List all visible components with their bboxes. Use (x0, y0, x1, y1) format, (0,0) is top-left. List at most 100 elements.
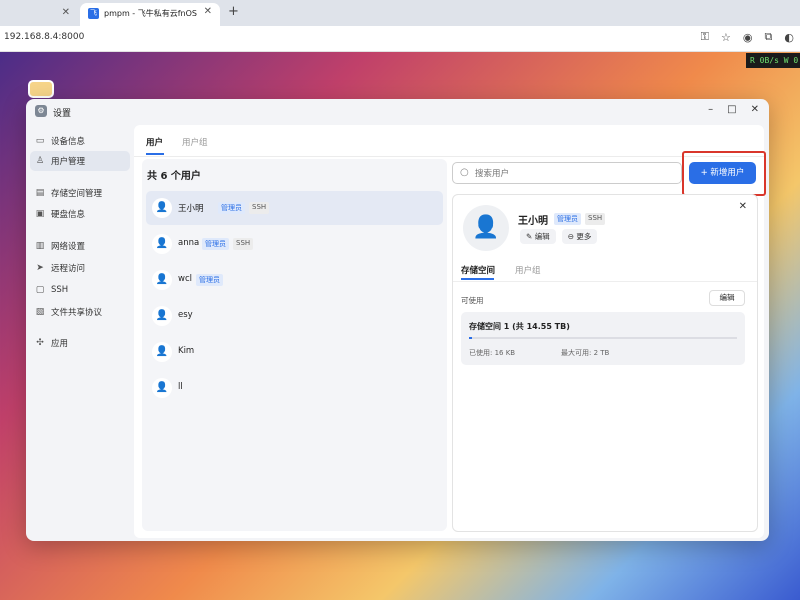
sidebar-item-label: 网络设置 (51, 242, 86, 252)
sidebar-item-network-settings[interactable]: ▥ 网络设置 (30, 236, 130, 256)
fnos-favicon-icon: 飞 (88, 8, 99, 19)
close-icon[interactable]: ✕ (751, 104, 759, 115)
window-controls: – □ ✕ (708, 104, 759, 115)
storage-usage-fill (469, 337, 472, 339)
user-name: ll (178, 382, 183, 392)
settings-sidebar: ▭ 设备信息 ♙ 用户管理 ▤ 存储空间管理 ▣ 硬盘信息 ▥ 网络设置 ➤ 远… (26, 125, 132, 541)
main-content: 用户 用户组 共 6 个用户 👤 王小明 管理员 SSH 👤 anna 管理员 … (134, 125, 766, 538)
send-icon: ➤ (36, 263, 44, 273)
profile-icon[interactable]: ◐ (784, 31, 794, 44)
window-title: 设置 (53, 109, 72, 119)
password-key-icon[interactable]: ⚿ (701, 30, 709, 44)
sidebar-item-storage-management[interactable]: ▤ 存储空间管理 (30, 183, 130, 203)
user-list-panel: 共 6 个用户 👤 王小明 管理员 SSH 👤 anna 管理员 SSH 👤 w… (142, 159, 447, 531)
more-circle-icon: ⊖ (567, 232, 574, 241)
settings-window: ⚙ 设置 – □ ✕ ▭ 设备信息 ♙ 用户管理 ▤ 存储空间管理 ▣ 硬盘信息… (26, 99, 769, 541)
search-input[interactable] (475, 166, 675, 181)
sidebar-item-apps[interactable]: ✣ 应用 (30, 333, 130, 353)
user-name: Kim (178, 346, 195, 356)
browser-toolbar: ⚿ ☆ ◉ ⧉ ◐ (701, 30, 800, 44)
browser-tab-active[interactable]: 飞 pmpm - 飞牛私有云fnOS ✕ (80, 3, 220, 26)
admin-badge: 管理员 (218, 202, 245, 214)
ssh-badge: SSH (233, 238, 254, 250)
ssh-badge: SSH (585, 213, 606, 225)
address-bar: 192.168.8.4:8000 ⚿ ☆ ◉ ⧉ ◐ (0, 26, 800, 52)
close-icon[interactable]: ✕ (739, 201, 747, 212)
user-avatar-icon: 👤 (463, 205, 509, 251)
more-button[interactable]: ⊖ 更多 (561, 229, 598, 244)
sidebar-item-device-info[interactable]: ▭ 设备信息 (30, 131, 130, 151)
sidebar-item-ssh[interactable]: ▢ SSH (30, 280, 130, 300)
user-name: anna (178, 238, 200, 248)
highlight-frame (682, 151, 766, 196)
browser-tab-title: pmpm - 飞牛私有云fnOS (104, 9, 197, 18)
apps-icon: ✣ (36, 338, 44, 348)
user-avatar-icon: 👤 (152, 234, 172, 254)
sidebar-item-label: 设备信息 (51, 137, 86, 147)
tab-active-indicator (146, 153, 164, 155)
settings-app-icon: ⚙ (35, 105, 47, 117)
tab-users[interactable]: 用户 (146, 136, 163, 148)
user-row[interactable]: 👤 anna 管理员 SSH (146, 227, 443, 261)
user-avatar-icon: 👤 (152, 198, 172, 218)
admin-badge: 管理员 (554, 213, 581, 225)
sidebar-item-disk-info[interactable]: ▣ 硬盘信息 (30, 204, 130, 224)
user-row[interactable]: 👤 ll (146, 371, 443, 405)
sidebar-item-label: SSH (51, 285, 69, 295)
storage-max: 最大可用: 2 TB (561, 349, 610, 357)
desktop-folder-icon[interactable] (28, 80, 54, 98)
url-field[interactable]: 192.168.8.4:8000 (4, 32, 84, 42)
sidebar-item-label: 远程访问 (51, 264, 86, 274)
extensions-icon[interactable]: ⧉ (765, 30, 773, 44)
new-tab-button[interactable]: + (228, 4, 239, 19)
user-detail-panel: ✕ 👤 王小明 管理员 SSH ✎ 编辑 ⊖ 更多 存储空间 用户组 可使用 编… (452, 194, 758, 532)
user-row[interactable]: 👤 王小明 管理员 SSH (146, 191, 443, 225)
close-icon[interactable]: ✕ (204, 6, 212, 17)
user-avatar-icon: 👤 (152, 306, 172, 326)
sidebar-item-label: 存储空间管理 (51, 189, 103, 199)
file-share-icon: ▧ (35, 307, 45, 317)
user-badges: 管理员 SSH (218, 202, 270, 214)
edit-user-button[interactable]: ✎ 编辑 (520, 229, 556, 244)
tab-storage[interactable]: 存储空间 (461, 264, 495, 276)
search-box[interactable]: ○ (452, 162, 682, 184)
user-avatar-icon: 👤 (152, 378, 172, 398)
minimize-icon[interactable]: – (708, 104, 713, 115)
tab-detail-user-groups[interactable]: 用户组 (515, 264, 541, 276)
detail-badges: 管理员 SSH (554, 213, 606, 225)
disk-icon: ▣ (35, 209, 45, 219)
bookmark-star-icon[interactable]: ☆ (721, 31, 731, 44)
terminal-icon: ▢ (35, 285, 45, 295)
user-row[interactable]: 👤 esy (146, 299, 443, 333)
storage-title: 存储空间 1 (共 14.55 TB) (469, 322, 570, 331)
content-tabs: 用户 用户组 (134, 125, 764, 157)
user-avatar-icon: 👤 (152, 270, 172, 290)
user-name: esy (178, 310, 193, 320)
sidebar-item-label: 硬盘信息 (51, 210, 86, 220)
maximize-icon[interactable]: □ (727, 104, 736, 115)
sidebar-item-label: 应用 (51, 339, 69, 349)
monitor-icon: ▭ (35, 136, 45, 146)
window-titlebar: ⚙ 设置 – □ ✕ (26, 99, 769, 125)
tab-user-groups[interactable]: 用户组 (182, 136, 208, 148)
pencil-icon: ✎ (526, 232, 533, 241)
sidebar-item-label: 用户管理 (51, 157, 86, 167)
close-icon[interactable]: ✕ (62, 7, 70, 18)
detail-user-name: 王小明 (518, 216, 548, 227)
search-icon: ○ (460, 167, 469, 178)
available-label: 可使用 (461, 296, 484, 305)
sidebar-item-remote-access[interactable]: ➤ 远程访问 (30, 258, 130, 278)
detail-actions: ✎ 编辑 ⊖ 更多 (520, 229, 598, 244)
user-name: wcl (178, 274, 192, 284)
admin-badge: 管理员 (196, 274, 223, 286)
user-row[interactable]: 👤 wcl 管理员 (146, 263, 443, 297)
extension-off-icon[interactable]: ◉ (743, 31, 753, 44)
storage-card: 存储空间 1 (共 14.55 TB) 已使用: 16 KB 最大可用: 2 T… (461, 312, 745, 365)
sidebar-item-user-management[interactable]: ♙ 用户管理 (30, 151, 130, 171)
browser-tab-previous[interactable]: ✕ (0, 4, 78, 26)
sidebar-item-file-sharing[interactable]: ▧ 文件共享协议 (30, 302, 130, 322)
admin-badge: 管理员 (202, 238, 229, 250)
user-row[interactable]: 👤 Kim (146, 335, 443, 369)
edit-storage-button[interactable]: 编辑 (709, 290, 745, 306)
user-badges: 管理员 SSH (202, 238, 254, 250)
